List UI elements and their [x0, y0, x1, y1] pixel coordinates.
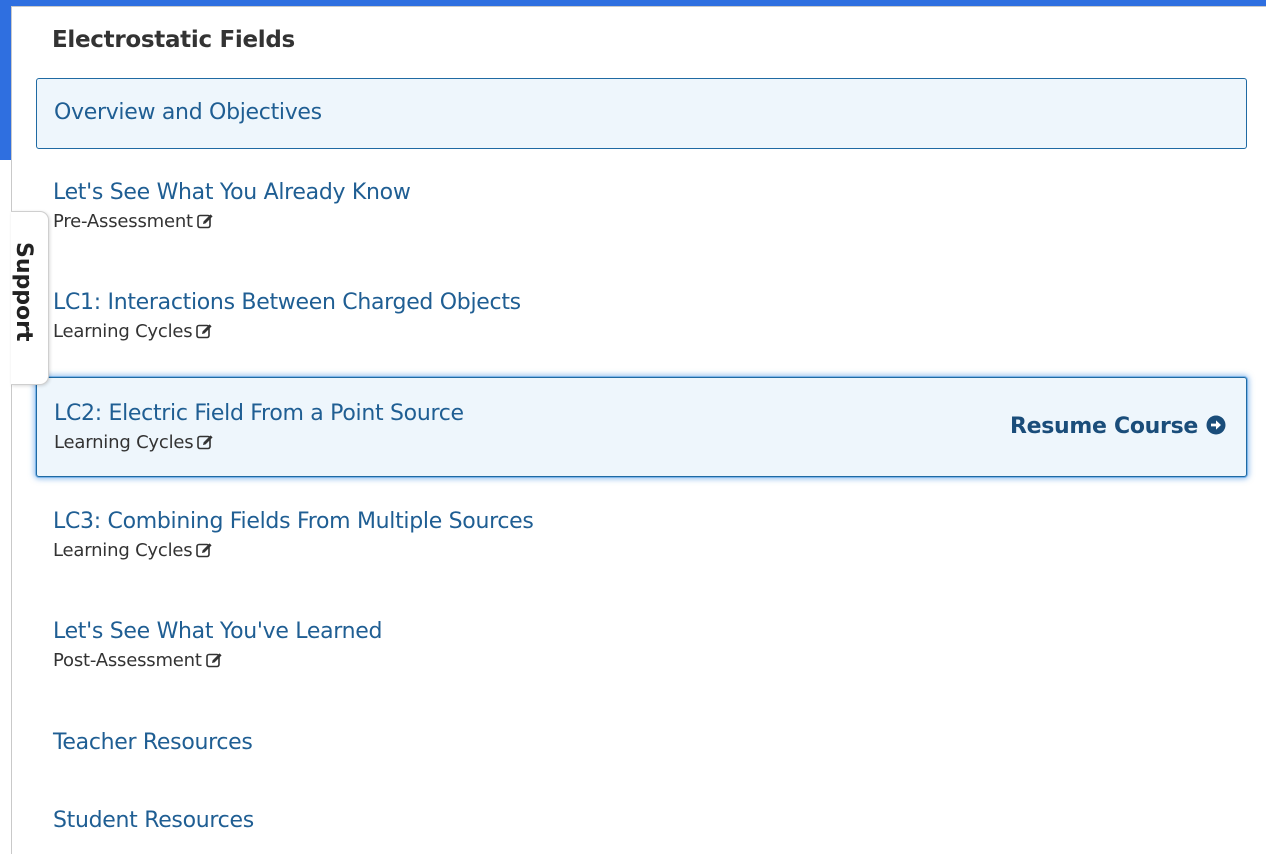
outline-item-subtitle: Post-Assessment	[53, 649, 1247, 673]
support-tab-label: Support	[11, 242, 36, 342]
outline-item-title[interactable]: Overview and Objectives	[54, 99, 1246, 127]
outline-item-subtitle: Learning Cycles	[53, 539, 1247, 563]
edit-icon	[205, 653, 222, 668]
arrow-circle-right-icon	[1206, 415, 1226, 435]
subtitle-text: Learning Cycles	[54, 432, 194, 453]
outline-item-overview[interactable]: Overview and Objectives	[36, 78, 1247, 149]
support-tab[interactable]: Support	[11, 211, 49, 385]
section-title: Electrostatic Fields	[52, 27, 295, 53]
subtitle-text: Learning Cycles	[53, 540, 193, 561]
outline-item-teacher-resources[interactable]: Teacher Resources	[36, 729, 1247, 757]
outline-item-subtitle: Pre-Assessment	[53, 210, 1247, 234]
outline-item-title[interactable]: Let's See What You Already Know	[53, 179, 1247, 207]
outline-item-title[interactable]: LC1: Interactions Between Charged Object…	[53, 289, 1247, 317]
outline-item-post-assessment[interactable]: Let's See What You've Learned Post-Asses…	[36, 618, 1247, 673]
outline-item-pre-assessment[interactable]: Let's See What You Already Know Pre-Asse…	[36, 179, 1247, 234]
edit-icon	[197, 214, 213, 229]
outline-item-student-resources[interactable]: Student Resources	[36, 807, 1247, 835]
course-outline-panel: Electrostatic Fields Overview and Object…	[11, 6, 1266, 854]
edit-icon	[197, 435, 214, 450]
outline-item-title[interactable]: Let's See What You've Learned	[53, 618, 1247, 646]
subtitle-text: Post-Assessment	[53, 650, 202, 671]
outline-item-lc2[interactable]: LC2: Electric Field From a Point Source …	[36, 377, 1247, 477]
outline-item-subtitle: Learning Cycles	[53, 320, 1247, 344]
outline-item-lc1[interactable]: LC1: Interactions Between Charged Object…	[36, 289, 1247, 344]
outline-item-title[interactable]: LC3: Combining Fields From Multiple Sour…	[53, 508, 1247, 536]
edit-icon	[196, 543, 213, 558]
outline-item-title[interactable]: Teacher Resources	[53, 729, 1247, 757]
resume-course-button[interactable]: Resume Course	[1010, 414, 1226, 439]
subtitle-text: Pre-Assessment	[53, 211, 193, 232]
resume-course-label: Resume Course	[1009, 414, 1198, 439]
outline-item-title[interactable]: Student Resources	[53, 807, 1247, 835]
edit-icon	[196, 324, 213, 339]
subtitle-text: Learning Cycles	[53, 321, 193, 342]
outline-item-lc3[interactable]: LC3: Combining Fields From Multiple Sour…	[36, 508, 1247, 563]
